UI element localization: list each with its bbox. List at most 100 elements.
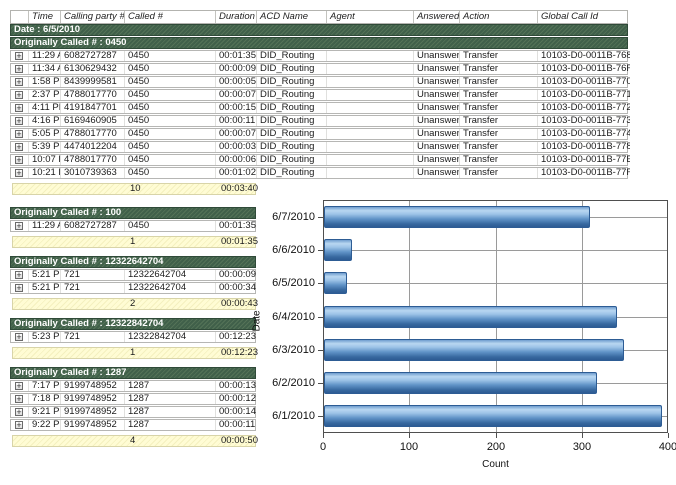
cell: 721 (61, 332, 125, 342)
column-header-agent: Agent (327, 11, 414, 23)
table-row: +5:39 PM4474012204045000:00:03DID_Routin… (10, 141, 628, 153)
table-row: +5:21 PM7211232264270400:00:34 (10, 282, 256, 294)
main-group-rows: +11:29 AM6082727287045000:01:35DID_Routi… (10, 50, 628, 179)
cell: 12322642704 (125, 270, 216, 280)
cell: 2:37 PM (29, 90, 61, 100)
cell: DID_Routing (257, 64, 327, 74)
column-header-answered: Answered (414, 11, 460, 23)
cell: 10:07 PM (29, 155, 61, 165)
chart-bar (324, 239, 352, 261)
expand-cell: + (11, 51, 29, 61)
column-header-duration: Duration (216, 11, 257, 23)
expand-row-button[interactable]: + (15, 91, 23, 99)
expand-row-button[interactable]: + (15, 408, 23, 416)
table-row: +10:21 PM3010739363045000:01:02DID_Routi… (10, 167, 628, 179)
expand-cell: + (11, 394, 29, 404)
expand-row-button[interactable]: + (15, 104, 23, 112)
expand-cell: + (11, 142, 29, 152)
cell: 00:00:09 (216, 64, 257, 74)
cell: DID_Routing (257, 116, 327, 126)
table-row: +9:22 PM9199748952128700:00:11 (10, 419, 256, 431)
cell: 00:01:02 (216, 168, 257, 178)
expand-row-button[interactable]: + (15, 156, 23, 164)
cell: 4474012204 (61, 142, 125, 152)
cell (63, 436, 127, 446)
group-band-0450: Originally Called # : 0450 (10, 37, 628, 49)
expand-row-button[interactable]: + (15, 52, 23, 60)
sub-group: Originally Called # : 100+11:29 AM608272… (10, 207, 256, 248)
expand-row-button[interactable]: + (15, 65, 23, 73)
y-tick-label: 6/7/2010 (261, 212, 315, 223)
group-band: Originally Called # : 100 (10, 207, 256, 219)
cell: 10103-D0-0011B-77E (538, 155, 630, 165)
cell: 0450 (125, 116, 216, 126)
expand-row-button[interactable]: + (15, 333, 23, 341)
expand-row-button[interactable]: + (15, 117, 23, 125)
x-tick-label: 100 (389, 441, 429, 453)
x-tick-label: 300 (562, 441, 602, 453)
cell: 0450 (125, 168, 216, 178)
cell: 00:00:11 (216, 116, 257, 126)
expand-row-button[interactable]: + (15, 271, 23, 279)
chart-bar (324, 272, 347, 294)
expand-cell: + (11, 64, 29, 74)
y-tick-label: 6/3/2010 (261, 345, 315, 356)
group-summary-row: 100:01:35 (12, 236, 256, 248)
summary-count: 1 (127, 237, 218, 247)
expand-row-button[interactable]: + (15, 421, 23, 429)
expand-row-button[interactable]: + (15, 222, 23, 230)
expand-row-button[interactable]: + (15, 395, 23, 403)
summary-total-duration: 00:03:40 (218, 184, 259, 194)
cell: 10103-D0-0011B-771 (538, 90, 630, 100)
expand-cell: + (11, 90, 29, 100)
cell (13, 348, 31, 358)
expand-row-button[interactable]: + (15, 169, 23, 177)
cell: 4191847701 (61, 103, 125, 113)
y-tick-mark (318, 317, 323, 318)
expand-row-button[interactable]: + (15, 284, 23, 292)
expand-row-button[interactable]: + (15, 130, 23, 138)
column-header-called-: Called # (125, 11, 216, 23)
sub-groups-section: Originally Called # : 100+11:29 AM608272… (10, 207, 256, 455)
cell: 9199748952 (61, 407, 125, 417)
cell: 10103-D0-0011B-770 (538, 77, 630, 87)
expand-cell: + (11, 420, 29, 430)
call-detail-table: TimeCalling party #Called #DurationACD N… (10, 10, 628, 195)
group-band: Originally Called # : 12322842704 (10, 318, 256, 330)
cell: Unanswered (414, 168, 460, 178)
cell: DID_Routing (257, 103, 327, 113)
group-band: Originally Called # : 1287 (10, 367, 256, 379)
expand-cell: + (11, 270, 29, 280)
cell: 1287 (125, 381, 216, 391)
chart-x-axis-title: Count (323, 459, 668, 470)
table-header-row: TimeCalling party #Called #DurationACD N… (10, 10, 628, 24)
cell: Transfer (460, 129, 538, 139)
x-tick-mark (323, 433, 324, 438)
column-header-time: Time (29, 11, 61, 23)
cell: 0450 (125, 103, 216, 113)
cell: DID_Routing (257, 90, 327, 100)
cell: 0450 (125, 221, 216, 231)
cell: 4788017770 (61, 129, 125, 139)
cell: Unanswered (414, 129, 460, 139)
group-summary-row: 200:00:43 (12, 298, 256, 310)
x-tick-label: 200 (476, 441, 516, 453)
cell: Transfer (460, 116, 538, 126)
cell: DID_Routing (257, 129, 327, 139)
expand-cell: + (11, 381, 29, 391)
cell (13, 299, 31, 309)
table-row: +1:58 PM8439999581045000:00:05DID_Routin… (10, 76, 628, 88)
cell: 4:16 PM (29, 116, 61, 126)
table-row: +9:21 PM9199748952128700:00:14 (10, 406, 256, 418)
expand-row-button[interactable]: + (15, 78, 23, 86)
expand-row-button[interactable]: + (15, 382, 23, 390)
cell: 9:22 PM (29, 420, 61, 430)
cell: 10103-D0-0011B-778 (538, 142, 630, 152)
expand-cell: + (11, 407, 29, 417)
x-tick-mark (668, 433, 669, 438)
table-row: +4:11 PM4191847701045000:00:15DID_Routin… (10, 102, 628, 114)
x-tick-label: 0 (303, 441, 343, 453)
cell: 5:39 PM (29, 142, 61, 152)
cell: 11:34 AM (29, 64, 61, 74)
expand-row-button[interactable]: + (15, 143, 23, 151)
